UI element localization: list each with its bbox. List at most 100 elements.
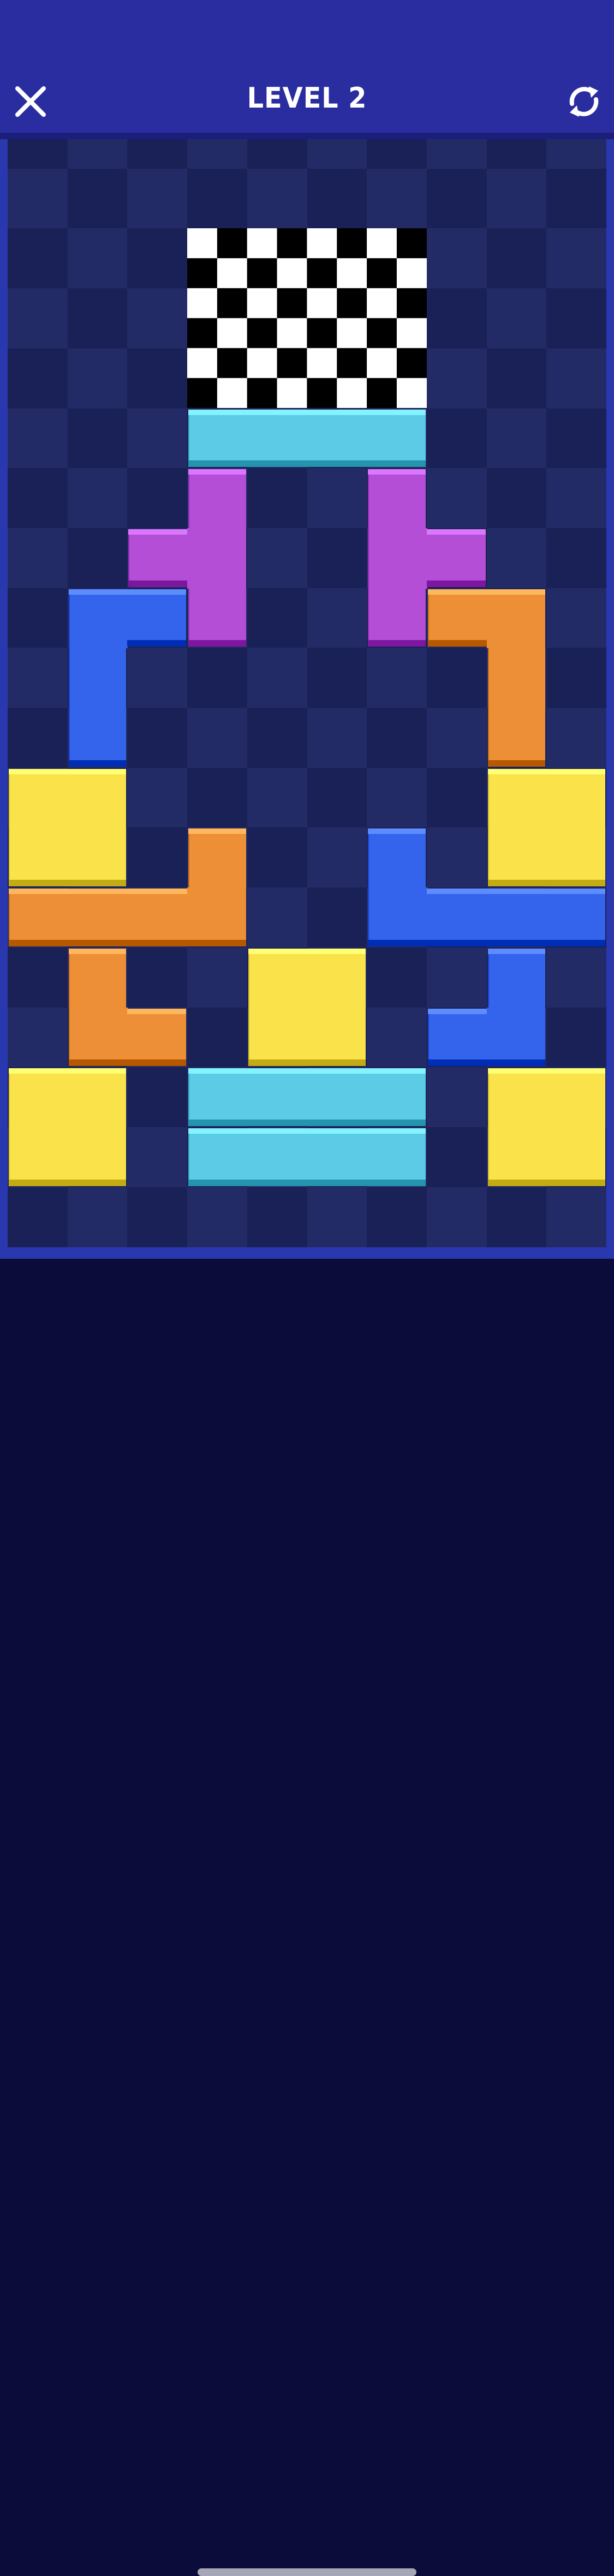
home-indicator[interactable] <box>198 2568 416 2576</box>
grid-cell <box>426 348 487 408</box>
grid-cell <box>127 648 188 708</box>
finish-flag-square <box>247 348 278 379</box>
finish-flag <box>187 228 427 408</box>
piece-block <box>367 1068 426 1126</box>
grid-cell <box>127 468 188 529</box>
piece-block <box>487 708 546 767</box>
grid-cell <box>127 228 188 289</box>
grid-cell <box>67 168 128 229</box>
grid-cell <box>307 168 367 229</box>
finish-flag-square <box>337 288 367 319</box>
grid-cell <box>127 827 188 888</box>
piece-block <box>188 1068 248 1126</box>
grid-cell <box>426 139 487 169</box>
grid-cell <box>546 947 606 1008</box>
piece-block <box>546 889 605 946</box>
grid-cell <box>67 1187 128 1247</box>
grid-cell <box>187 767 248 828</box>
grid-cell <box>8 947 68 1008</box>
grid-cell <box>546 348 606 408</box>
grid-cell <box>486 528 547 588</box>
grid-cell <box>546 588 606 648</box>
finish-flag-square <box>307 348 337 379</box>
piece-block <box>9 768 68 828</box>
grid-cell <box>546 139 606 169</box>
grid-cell <box>426 767 487 828</box>
grid-cell <box>367 1007 427 1068</box>
finish-flag-square <box>247 318 278 349</box>
grid-cell <box>307 648 367 708</box>
bottom-area <box>0 1259 614 2576</box>
piece-block <box>67 1127 127 1186</box>
piece-block <box>67 827 127 887</box>
grid-cell <box>426 1067 487 1128</box>
piece-block <box>9 827 68 887</box>
grid-cell <box>426 288 487 349</box>
grid-cell <box>247 468 307 529</box>
piece-block <box>367 1128 426 1186</box>
grid-cell <box>247 708 307 768</box>
grid-cell <box>486 408 547 469</box>
piece-block <box>68 1007 128 1067</box>
grid-cell <box>426 708 487 768</box>
piece-block <box>67 1068 127 1128</box>
piece-block <box>307 1128 368 1186</box>
grid-cell <box>127 168 188 229</box>
grid-cell <box>187 947 248 1008</box>
piece-block <box>486 589 546 649</box>
grid-cell <box>127 288 188 349</box>
piece-block <box>307 1007 366 1067</box>
finish-flag-square <box>367 318 397 349</box>
grid-cell <box>546 1007 606 1068</box>
piece-block <box>9 1127 68 1186</box>
grid-cell <box>546 648 606 708</box>
grid-cell <box>247 1187 307 1247</box>
grid-cell <box>67 348 128 408</box>
grid-cell <box>546 408 606 469</box>
grid-cell <box>307 468 367 529</box>
piece-block <box>68 708 127 767</box>
grid-cell <box>187 1007 248 1068</box>
finish-flag-square <box>277 318 307 349</box>
grid-cell <box>367 708 427 768</box>
grid-cell <box>8 348 68 408</box>
grid-cell <box>247 767 307 828</box>
piece-block <box>9 889 68 946</box>
finish-flag-square <box>367 288 397 319</box>
finish-flag-square <box>397 258 427 289</box>
finish-flag-square <box>397 228 427 259</box>
grid-cell <box>247 139 307 169</box>
restart-button[interactable] <box>565 83 603 120</box>
finish-flag-square <box>397 288 427 319</box>
grid-cell <box>127 708 188 768</box>
finish-flag-square <box>217 228 248 259</box>
piece-block <box>248 1007 308 1067</box>
finish-flag-square <box>277 258 307 289</box>
grid-cell <box>8 1007 68 1068</box>
piece-block <box>486 1007 546 1067</box>
grid-cell <box>546 1187 606 1247</box>
grid-cell <box>127 947 188 1008</box>
grid-cell <box>307 139 367 169</box>
piece-block <box>248 948 308 1008</box>
grid-cell <box>187 1187 248 1247</box>
finish-flag-square <box>307 378 337 408</box>
finish-flag-square <box>307 258 337 289</box>
finish-flag-square <box>217 288 248 319</box>
piece-block <box>128 529 188 587</box>
grid-cell <box>127 1127 188 1187</box>
grid-cell <box>67 288 128 349</box>
refresh-icon <box>569 86 599 117</box>
piece-block <box>67 889 128 946</box>
piece-block <box>427 1008 487 1067</box>
grid-cell <box>546 288 606 349</box>
grid-cell <box>8 408 68 469</box>
grid-cell <box>307 887 367 948</box>
grid-cell <box>247 648 307 708</box>
grid-cell <box>8 468 68 529</box>
piece-block <box>307 948 366 1008</box>
level-title: LEVEL 2 <box>247 82 367 115</box>
grid-cell <box>486 288 547 349</box>
finish-flag-square <box>307 228 337 259</box>
grid-cell <box>426 408 487 469</box>
